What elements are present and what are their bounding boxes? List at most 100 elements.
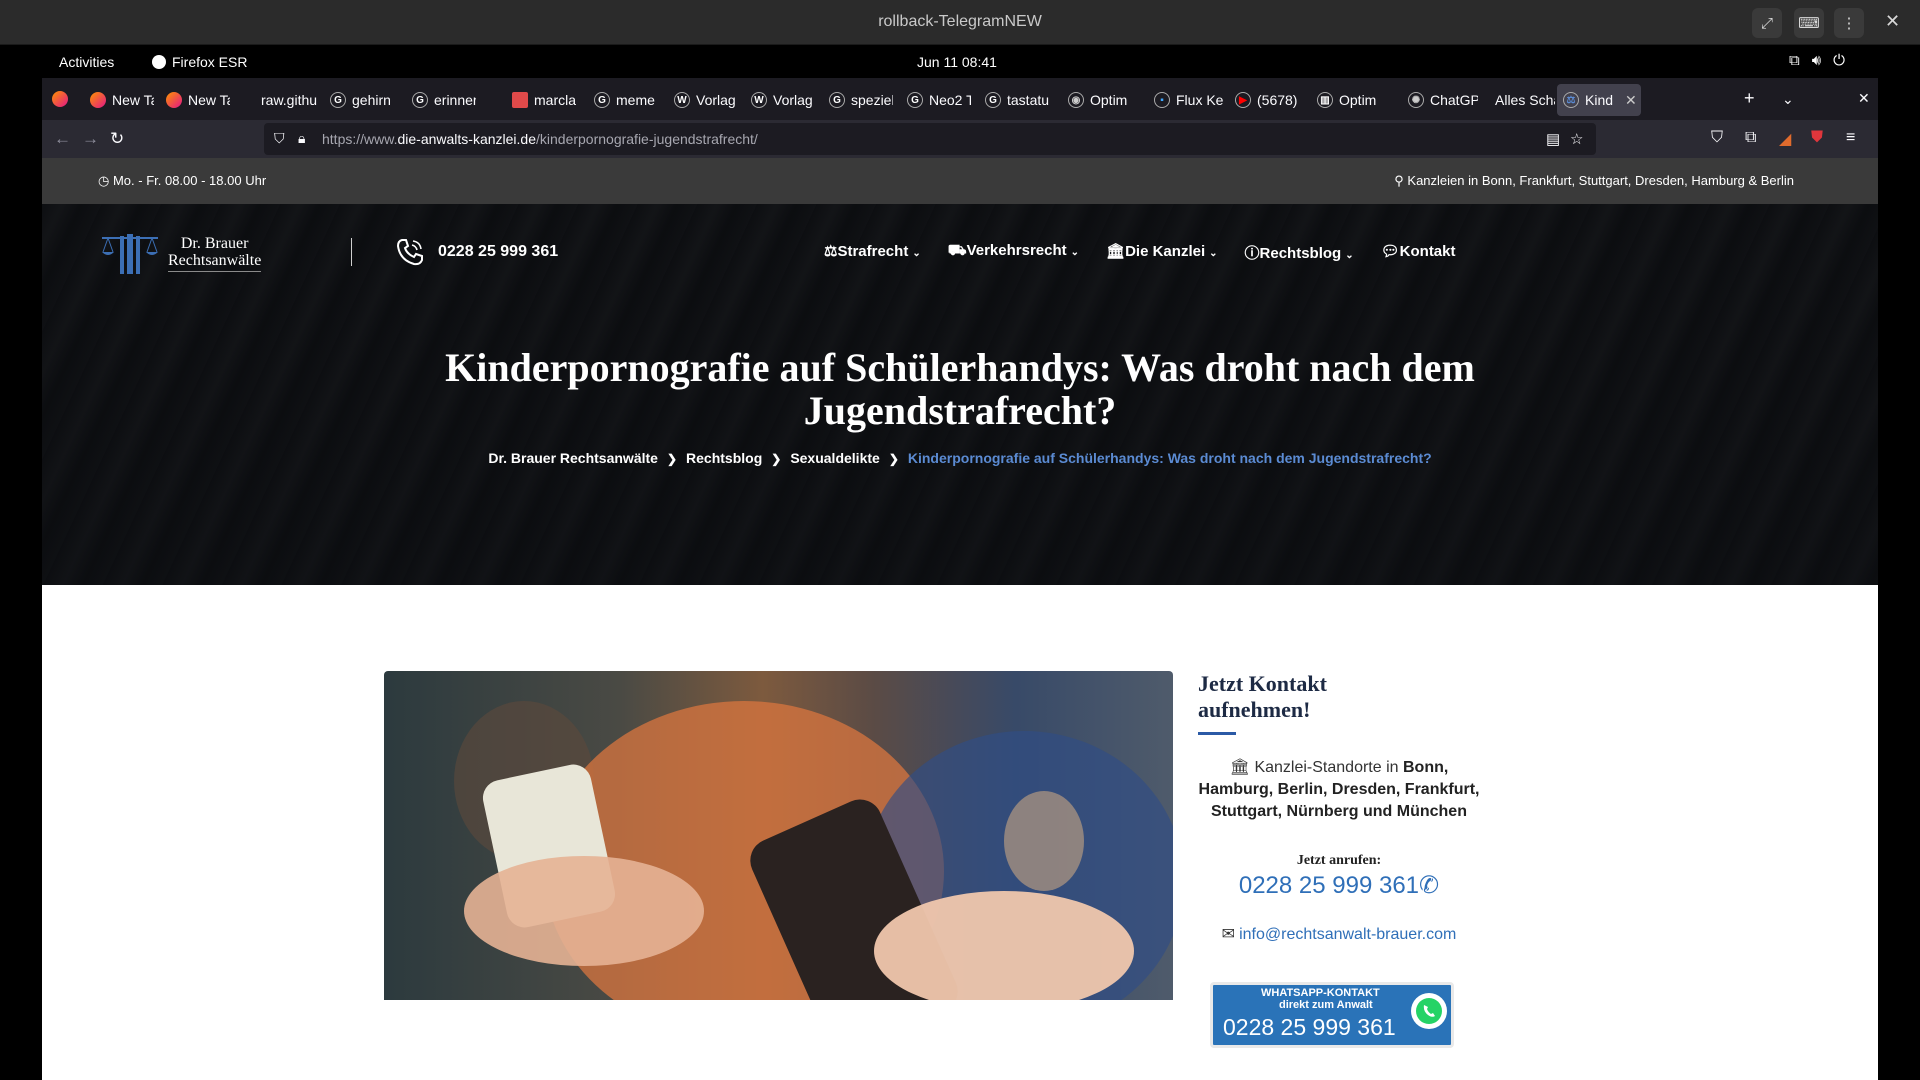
chevron-down-icon: ⌄ — [912, 248, 921, 259]
gnome-top-bar: Activities Firefox ESR Jun 11 08:41 ⧉ 🔊︎… — [0, 46, 1920, 78]
sidebar-phone-link[interactable]: 0228 25 999 361✆ — [1198, 871, 1480, 900]
extensions-icon[interactable]: ⧉ — [1745, 129, 1756, 147]
nav-die-kanzlei[interactable]: 🏛︎Die Kanzlei ⌄ — [1106, 242, 1217, 263]
browser-tab[interactable]: W Vorlag — [668, 84, 738, 116]
header-phone[interactable]: 0228 25 999 361 — [394, 236, 558, 268]
browser-tab[interactable]: ⚖ Kind ✕ — [1557, 84, 1641, 116]
kebab-menu-icon[interactable]: ⋮ — [1834, 8, 1864, 38]
office-locations: ⚲ Kanzleien in Bonn, Frankfurt, Stuttgar… — [1394, 173, 1794, 188]
site-logo[interactable]: Dr. Brauer Rechtsanwälte — [100, 230, 262, 276]
tab-label: meme — [616, 92, 655, 108]
reader-view-icon[interactable]: ▤ — [1546, 130, 1560, 148]
hamburger-menu-icon[interactable]: ≡ — [1846, 129, 1855, 147]
system-tray[interactable]: ⧉ 🔊︎ ⏻ — [1789, 52, 1845, 69]
sidebar-email-link[interactable]: ✉ info@rechtsanwalt-brauer.com — [1198, 924, 1480, 944]
url-text[interactable]: https://www.die-anwalts-kanzlei.de/kinde… — [322, 131, 758, 147]
lock-icon[interactable]: 🔒︎ — [298, 130, 305, 147]
firefox-view-icon[interactable] — [52, 91, 68, 107]
keyboard-icon[interactable]: ⌨ — [1794, 8, 1824, 38]
google-favicon-icon: G — [330, 92, 346, 108]
breadcrumb: Dr. Brauer Rechtsanwälte ❯ Rechtsblog ❯ Sexu… — [42, 450, 1878, 466]
tab-label: Vorlag — [773, 92, 813, 108]
tab-label: marcla — [534, 92, 576, 108]
extension-icon[interactable]: ◢ — [1779, 129, 1791, 149]
building-icon: 🏛︎ — [1229, 759, 1250, 776]
tab-label: Kind — [1585, 92, 1614, 108]
browser-tab[interactable]: New Ta — [160, 84, 230, 116]
browser-tab[interactable]: G Neo2 T — [901, 84, 971, 116]
new-tab-icon[interactable]: + — [1744, 88, 1755, 109]
firefox-favicon-icon — [166, 92, 182, 108]
nav-rechtsblog[interactable]: ⓘRechtsblog ⌄ — [1245, 242, 1354, 263]
breadcrumb-rechtsblog[interactable]: Rechtsblog — [686, 450, 762, 466]
browser-tab[interactable]: raw.githu — [255, 84, 325, 116]
wikipedia-favicon-icon: W — [751, 92, 767, 108]
page-title: Kinderpornografie auf Schülerhandys: Was… — [445, 345, 1475, 433]
browser-tab[interactable]: Gspeziel — [823, 84, 893, 116]
tab-label: Optim — [1090, 92, 1128, 108]
main-navigation: ⚖Strafrecht ⌄ ⛟Verkehrsrecht ⌄ 🏛︎Die Kanzl… — [824, 242, 1456, 263]
browser-tab[interactable]: Gerinner — [406, 84, 476, 116]
google-favicon-icon: G — [907, 92, 923, 108]
browser-tab[interactable]: Gmeme — [588, 84, 658, 116]
students-smartphones-photo — [454, 701, 1173, 1000]
browser-tab[interactable]: marcla — [506, 84, 576, 116]
flux-favicon-icon: ▪ — [1154, 92, 1170, 108]
image-favicon-icon — [512, 92, 528, 108]
envelope-icon: ✉ — [1221, 926, 1236, 943]
scales-favicon-icon: ⚖ — [1563, 92, 1579, 108]
building-icon: 🏛︎ — [1106, 243, 1126, 260]
nav-strafrecht[interactable]: ⚖Strafrecht ⌄ — [824, 242, 921, 263]
hero-section: Dr. Brauer Rechtsanwälte 0228 25 999 361… — [42, 204, 1878, 585]
browser-tab[interactable]: New Ta — [84, 84, 154, 116]
web-page: ◷ Mo. - Fr. 08.00 - 18.00 Uhr ⚲ Kanzleie… — [42, 158, 1878, 1080]
chevron-down-icon: ⌄ — [1070, 247, 1080, 258]
breadcrumb-home[interactable]: Dr. Brauer Rechtsanwälte — [488, 450, 658, 466]
list-all-tabs-icon[interactable]: ⌄ — [1782, 91, 1794, 108]
url-bar[interactable]: ⛉ 🔒︎ https://www.die-anwalts-kanzlei.de/… — [264, 123, 1596, 155]
browser-tab[interactable]: ▶ (5678) — [1229, 84, 1299, 116]
fullscreen-icon[interactable]: ⤢ — [1752, 8, 1782, 38]
nav-verkehrsrecht[interactable]: ⛟Verkehrsrecht ⌄ — [948, 242, 1079, 263]
reload-icon[interactable]: ↻ — [110, 129, 124, 149]
back-icon[interactable]: ← — [54, 129, 71, 149]
tab-label: New Ta — [188, 92, 230, 108]
browser-tab[interactable]: ✺ ChatGP — [1402, 84, 1478, 116]
volume-icon: 🔊︎ — [1811, 52, 1822, 69]
bookmark-star-icon[interactable]: ☆ — [1570, 130, 1583, 148]
chevron-right-icon: ❯ — [888, 452, 899, 466]
browser-tab[interactable]: ▥ Optim — [1311, 84, 1391, 116]
phone-icon — [396, 239, 423, 266]
google-favicon-icon: G — [594, 92, 610, 108]
browser-tab[interactable]: ◉ Optim — [1062, 84, 1138, 116]
activities-button[interactable]: Activities — [59, 54, 114, 70]
whatsapp-contact-button[interactable]: WHATSAPP-KONTAKT direkt zum Anwalt 0228 … — [1210, 982, 1454, 1048]
close-tab-icon[interactable]: ✕ — [1625, 92, 1637, 109]
tab-label: Flux Ke — [1176, 92, 1224, 108]
close-icon[interactable]: ✕ — [1885, 11, 1900, 32]
browser-tab[interactable]: Ggehirn — [324, 84, 394, 116]
network-icon: ⧉ — [1789, 52, 1800, 69]
browser-tab[interactable]: W Vorlag — [745, 84, 815, 116]
office-hours: ◷ Mo. - Fr. 08.00 - 18.00 Uhr — [98, 173, 267, 188]
close-window-icon[interactable]: ✕ — [1858, 90, 1870, 107]
browser-tab[interactable]: Alles Scha — [1489, 84, 1555, 116]
tab-strip: New Ta New Ta raw.githu Ggehirn Gerinner marc… — [42, 78, 1878, 120]
tracking-shield-icon[interactable]: ⛉ — [274, 130, 285, 147]
firefox-window: New Ta New Ta raw.githu Ggehirn Gerinner marc… — [42, 78, 1878, 1080]
phone-icon: ✆ — [1419, 872, 1440, 899]
clock[interactable]: Jun 11 08:41 — [917, 54, 997, 70]
scales-logo-icon — [102, 234, 158, 274]
browser-tab[interactable]: ▪ Flux Ke — [1148, 84, 1224, 116]
browser-tab[interactable]: Gtastatu — [979, 84, 1049, 116]
firefox-favicon-icon — [90, 92, 106, 108]
breadcrumb-sexualdelikte[interactable]: Sexualdelikte — [790, 450, 880, 466]
forward-icon[interactable]: → — [82, 129, 99, 149]
pocket-icon[interactable]: ⛉ — [1711, 129, 1723, 147]
top-info-bar: ◷ Mo. - Fr. 08.00 - 18.00 Uhr ⚲ Kanzleie… — [42, 158, 1878, 204]
app-menu[interactable]: Firefox ESR — [152, 54, 247, 70]
logo-text: Dr. Brauer Rechtsanwälte — [168, 235, 262, 272]
nav-kontakt[interactable]: 💬︎Kontakt — [1381, 242, 1456, 263]
ublock-icon[interactable]: ⛊ — [1811, 129, 1823, 147]
chevron-down-icon: ⌄ — [1209, 248, 1218, 259]
